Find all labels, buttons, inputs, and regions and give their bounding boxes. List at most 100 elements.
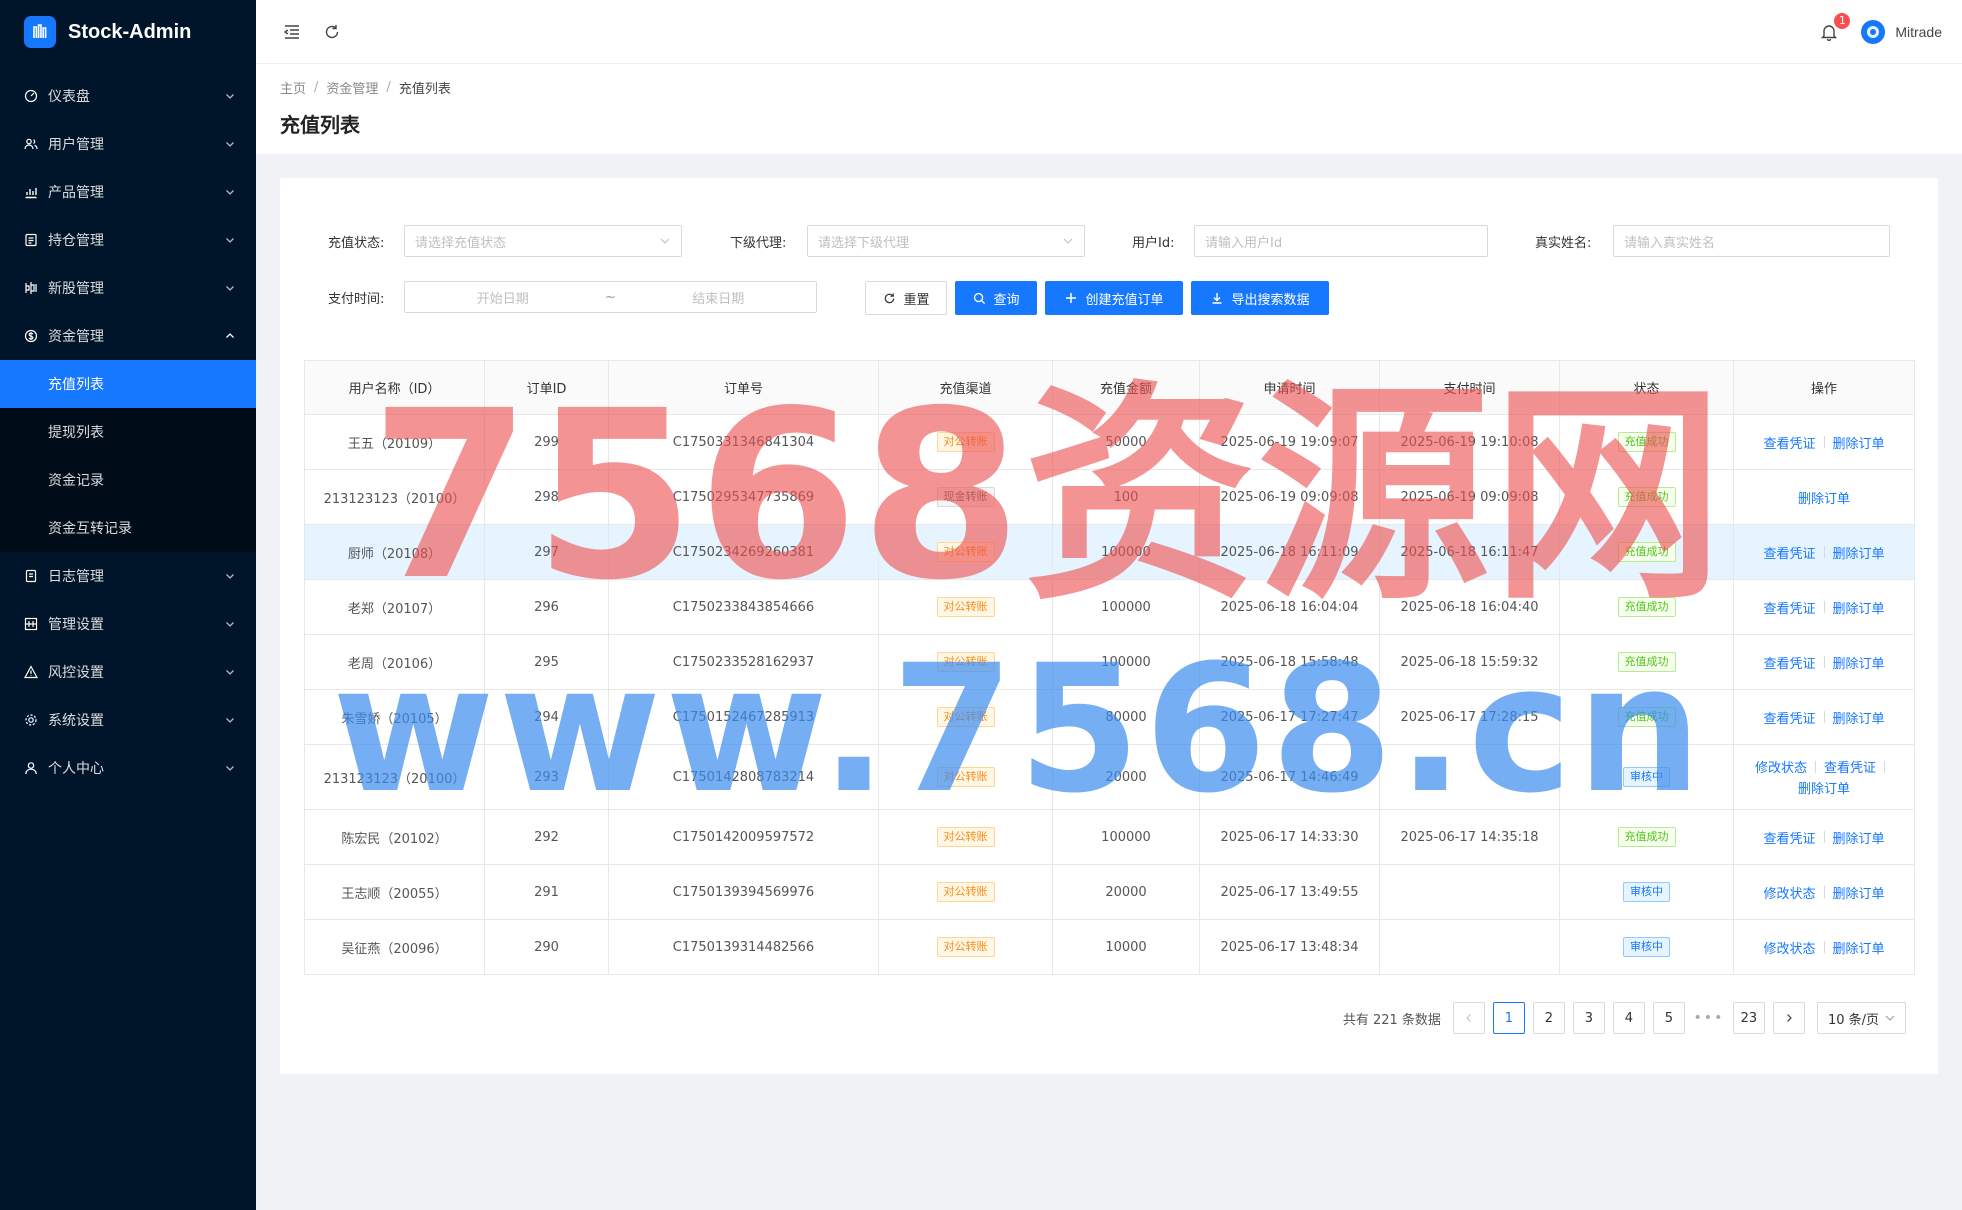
avatar[interactable] xyxy=(1861,19,1886,44)
row-action-link[interactable]: 查看凭证 xyxy=(1763,433,1815,452)
row-action-link[interactable]: 查看凭证 xyxy=(1763,598,1815,617)
channel-tag: 对公转账 xyxy=(936,767,995,787)
cell-user: 老周（20106） xyxy=(304,634,485,690)
page-header: 主页 / 资金管理 / 充值列表 充值列表 xyxy=(256,64,1962,154)
sidebar-item[interactable]: 用户管理 xyxy=(0,120,256,168)
cell-user: 吴征燕（20096） xyxy=(304,919,485,975)
row-action-link[interactable]: 修改状态 xyxy=(1763,883,1815,902)
column-header: 用户名称（ID） xyxy=(304,360,485,415)
sidebar-item[interactable]: 系统设置 xyxy=(0,696,256,744)
row-action-link[interactable]: 查看凭证 xyxy=(1763,543,1815,562)
notification-button[interactable]: 1 xyxy=(1815,11,1852,46)
chevron-up-icon xyxy=(224,330,236,342)
submenu-item[interactable]: 资金互转记录 xyxy=(0,504,256,552)
sidebar-item[interactable]: 资金管理 xyxy=(0,312,256,360)
row-action-link[interactable]: 查看凭证 xyxy=(1763,828,1815,847)
table-row: 朱雪娇（20105） 294 C1750152467285913 对公转账 80000 2… xyxy=(304,689,1915,745)
row-action-link[interactable]: 查看凭证 xyxy=(1763,653,1815,672)
breadcrumb-home[interactable]: 主页 xyxy=(280,78,306,97)
table-row: 王五（20109） 299 C1750331346841304 对公转账 50000 20… xyxy=(304,414,1915,470)
row-action-link[interactable]: 查看凭证 xyxy=(1763,708,1815,727)
app-title: Stock-Admin xyxy=(68,20,192,43)
position-icon xyxy=(24,233,38,247)
reset-button[interactable]: 重置 xyxy=(865,281,947,315)
warning-icon xyxy=(24,665,38,679)
paytime-range-picker[interactable]: 开始日期 ~ 结束日期 xyxy=(404,281,817,313)
row-action-link[interactable]: 删除订单 xyxy=(1833,433,1885,452)
submenu-item[interactable]: 资金记录 xyxy=(0,456,256,504)
cell-actions: 修改状态 查看凭证删除订单 xyxy=(1733,744,1915,810)
agent-select[interactable]: 请选择下级代理 xyxy=(807,225,1085,257)
submenu-item[interactable]: 提现列表 xyxy=(0,408,256,456)
cell-pay-time: 2025-06-18 16:04:40 xyxy=(1379,579,1560,635)
refresh-button[interactable] xyxy=(316,16,348,48)
row-action-link[interactable]: 查看凭证 xyxy=(1824,757,1876,776)
row-action-link[interactable]: 删除订单 xyxy=(1798,778,1850,797)
page-size-label: 10 条/页 xyxy=(1827,1012,1879,1028)
status-badge: 审核中 xyxy=(1623,882,1670,902)
start-date-input[interactable]: 开始日期 xyxy=(405,288,601,307)
pagination-ellipsis[interactable]: ••• xyxy=(1693,1010,1725,1026)
cell-order-no: C1750331346841304 xyxy=(608,414,879,470)
sidebar-item[interactable]: 风控设置 xyxy=(0,648,256,696)
sidebar-item[interactable]: 日志管理 xyxy=(0,552,256,600)
channel-tag: 对公转账 xyxy=(936,707,995,727)
cell-actions: 修改状态 删除订单 xyxy=(1733,919,1915,975)
realname-input[interactable]: 请输入真实姓名 xyxy=(1613,225,1890,257)
row-action-link[interactable]: 删除订单 xyxy=(1833,543,1885,562)
username[interactable]: Mitrade xyxy=(1895,24,1942,40)
page-button[interactable]: 4 xyxy=(1612,1002,1645,1034)
sidebar-item[interactable]: 新股管理 xyxy=(0,264,256,312)
next-page-button[interactable] xyxy=(1772,1002,1805,1034)
log-icon xyxy=(24,569,38,583)
cell-pay-time: 2025-06-17 14:35:18 xyxy=(1379,809,1560,865)
cell-amount: 20000 xyxy=(1052,864,1200,920)
sidebar-item[interactable]: 管理设置 xyxy=(0,600,256,648)
row-action-link[interactable]: 删除订单 xyxy=(1833,708,1885,727)
collapse-menu-button[interactable] xyxy=(276,16,308,48)
row-action-link[interactable]: 删除订单 xyxy=(1833,653,1885,672)
sidebar-item[interactable]: 产品管理 xyxy=(0,168,256,216)
user-avatar-icon xyxy=(1867,25,1880,38)
userid-input[interactable]: 请输入用户Id xyxy=(1194,225,1488,257)
page-button[interactable]: 3 xyxy=(1572,1002,1605,1034)
submenu-item[interactable]: 充值列表 xyxy=(0,360,256,408)
row-action-link[interactable]: 删除订单 xyxy=(1833,828,1885,847)
logo[interactable]: Stock-Admin xyxy=(0,0,256,64)
row-action-link[interactable]: 删除订单 xyxy=(1833,938,1885,957)
cell-apply-time: 2025-06-19 09:09:08 xyxy=(1199,469,1380,525)
page-button[interactable]: 1 xyxy=(1492,1002,1525,1034)
sidebar-item-label: 个人中心 xyxy=(48,761,104,777)
channel-tag: 对公转账 xyxy=(936,827,995,847)
page-size-select[interactable]: 10 条/页 xyxy=(1816,1002,1906,1034)
cell-status: 审核中 xyxy=(1559,864,1734,920)
create-order-button[interactable]: 创建充值订单 xyxy=(1045,281,1183,315)
row-action-link[interactable]: 修改状态 xyxy=(1763,938,1815,957)
cell-order-no: C1750233843854666 xyxy=(608,579,879,635)
export-label: 导出搜索数据 xyxy=(1231,292,1310,308)
row-action-link[interactable]: 删除订单 xyxy=(1833,883,1885,902)
cell-status: 充值成功 xyxy=(1559,579,1734,635)
table-row: 213123123（20100） 293 C1750142808783214 对公转账… xyxy=(304,744,1915,810)
page-button[interactable]: 5 xyxy=(1652,1002,1685,1034)
cell-order-no: C1750295347735869 xyxy=(608,469,879,525)
search-button[interactable]: 查询 xyxy=(955,281,1037,315)
cell-order-no: C1750142009597572 xyxy=(608,809,879,865)
sidebar-item[interactable]: 持仓管理 xyxy=(0,216,256,264)
prev-page-button[interactable] xyxy=(1452,1002,1485,1034)
page-button[interactable]: 2 xyxy=(1532,1002,1565,1034)
end-date-input[interactable]: 结束日期 xyxy=(621,288,817,307)
page-button-last[interactable]: 23 xyxy=(1732,1002,1765,1034)
row-action-link[interactable]: 删除订单 xyxy=(1798,488,1850,507)
row-action-link[interactable]: 删除订单 xyxy=(1833,598,1885,617)
breadcrumb-fund[interactable]: 资金管理 xyxy=(326,78,378,97)
cell-status: 充值成功 xyxy=(1559,689,1734,745)
sidebar-item[interactable]: 个人中心 xyxy=(0,744,256,792)
status-select[interactable]: 请选择充值状态 xyxy=(404,225,682,257)
row-action-link[interactable]: 修改状态 xyxy=(1755,757,1807,776)
channel-tag: 对公转账 xyxy=(936,432,995,452)
export-button[interactable]: 导出搜索数据 xyxy=(1191,281,1329,315)
table-row: 213123123（20100） 298 C1750295347735869 现金转账… xyxy=(304,469,1915,525)
column-header: 充值金额 xyxy=(1052,360,1200,415)
sidebar-item[interactable]: 仪表盘 xyxy=(0,72,256,120)
